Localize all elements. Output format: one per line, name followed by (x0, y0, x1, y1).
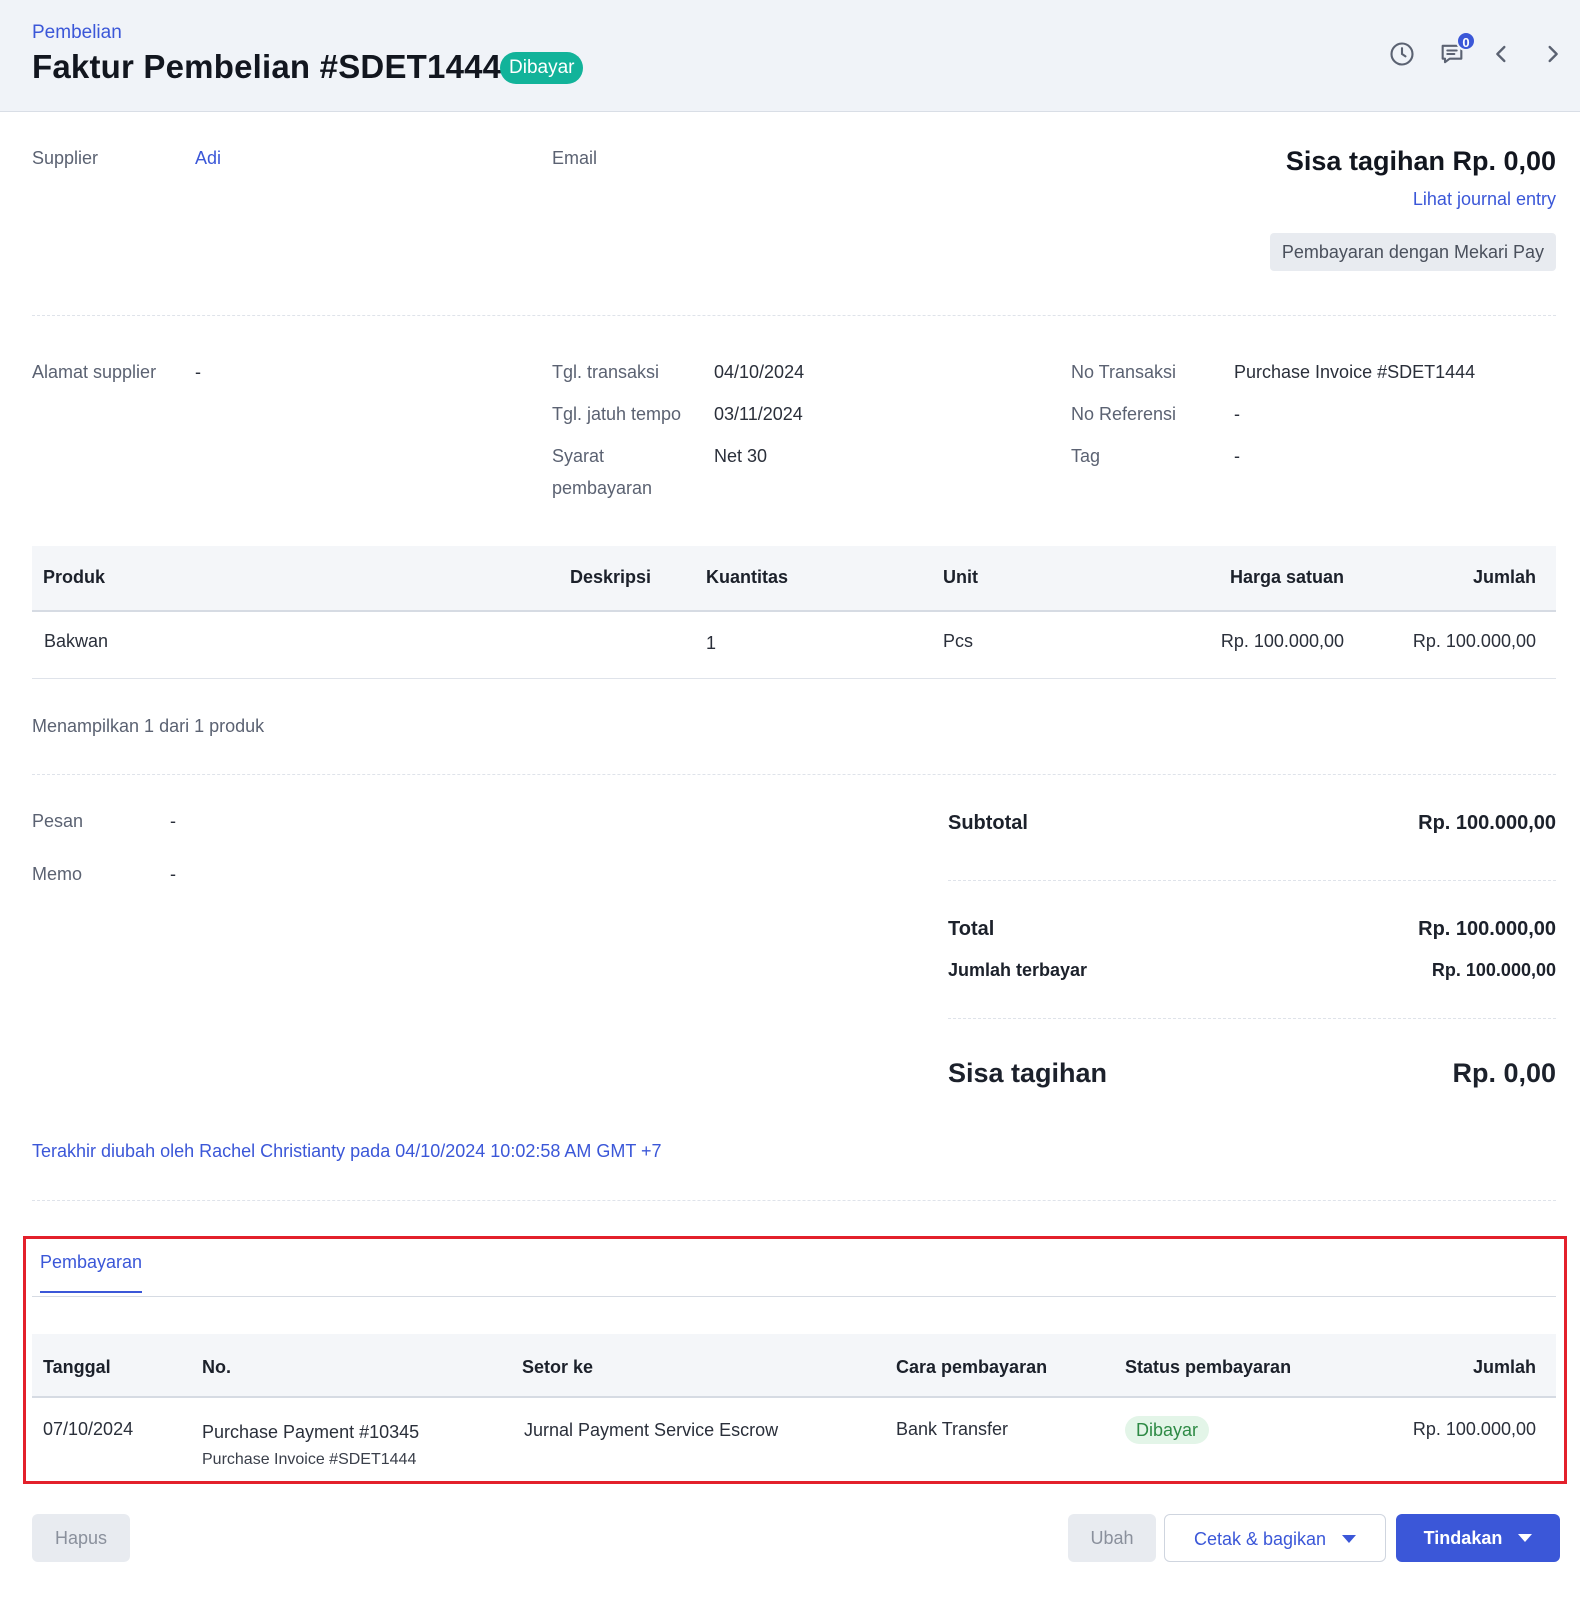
message-label: Pesan (32, 811, 84, 831)
total-value: Rp. 100.000,00 (1418, 918, 1556, 940)
email-label: Email (552, 148, 598, 168)
breadcrumb[interactable]: Pembelian (32, 22, 122, 44)
chevron-left-icon[interactable] (1486, 38, 1518, 70)
due-date-value: 03/11/2024 (714, 404, 803, 424)
print-share-label: Cetak & bagikan (1193, 1529, 1327, 1549)
column-header-number: No. (202, 1357, 231, 1377)
page-title: Faktur Pembelian #SDET1444 (32, 48, 502, 85)
divider (948, 880, 1556, 881)
transaction-no-value: Purchase Invoice #SDET1444 (1234, 362, 1476, 382)
divider (32, 1200, 1556, 1201)
deposit-account-link[interactable]: Jurnal Payment Service Escrow (524, 1419, 778, 1441)
payments-table-header (32, 1334, 1556, 1398)
transaction-date-label: Tgl. transaksi (552, 362, 660, 382)
product-quantity: 1 (706, 633, 717, 653)
address-label: Alamat supplier (32, 362, 157, 382)
column-header-payment-status: Status pembayaran (1125, 1357, 1292, 1377)
divider (32, 774, 1556, 775)
column-header-deposit-to: Setor ke (522, 1357, 594, 1377)
journal-entry-link[interactable]: Lihat journal entry (1413, 189, 1556, 210)
divider (948, 1018, 1556, 1019)
column-header-date: Tanggal (43, 1357, 111, 1377)
payment-terms-label: Syarat pembayaran (552, 446, 653, 498)
payment-status-badge: Dibayar (1125, 1416, 1210, 1444)
status-badge: Dibayar (500, 52, 584, 84)
transaction-no-label: No Transaksi (1071, 362, 1177, 382)
comment-icon[interactable]: 0 (1436, 31, 1476, 70)
notification-count: 0 (1456, 31, 1476, 51)
tag-label: Tag (1071, 446, 1101, 466)
due-date-label: Tgl. jatuh tempo (552, 404, 682, 424)
message-value: - (170, 811, 176, 831)
balance-due-value: Rp. 0,00 (1452, 1058, 1556, 1088)
transaction-date-value: 04/10/2024 (714, 362, 805, 382)
tab-payments[interactable]: Pembayaran (40, 1252, 143, 1293)
column-header-quantity: Kuantitas (706, 567, 789, 587)
subtotal-label: Subtotal (948, 812, 1028, 834)
paid-amount-value: Rp. 100.000,00 (1431, 960, 1556, 980)
balance-due-label: Sisa tagihan (948, 1058, 1108, 1088)
actions-button[interactable]: Tindakan (1396, 1514, 1560, 1562)
memo-value: - (170, 864, 176, 884)
supplier-label: Supplier (32, 148, 99, 168)
column-header-amount: Jumlah (1472, 567, 1536, 587)
mekari-pay-button[interactable]: Pembayaran dengan Mekari Pay (1269, 233, 1556, 271)
memo-label: Memo (32, 864, 83, 884)
history-icon[interactable] (1386, 38, 1418, 70)
column-header-unit-price: Harga satuan (1229, 567, 1344, 587)
balance-heading: Sisa tagihan Rp. 0,00 (1285, 146, 1556, 176)
divider (32, 315, 1556, 316)
address-value: - (195, 362, 201, 382)
product-unit-price: Rp. 100.000,00 (1220, 631, 1344, 651)
last-modified-link[interactable]: Terakhir diubah oleh Rachel Christianty … (32, 1135, 662, 1167)
actions-label: Tindakan (1423, 1528, 1503, 1548)
tag-value: - (1234, 446, 1240, 466)
column-header-payment-amount: Jumlah (1472, 1357, 1536, 1377)
edit-button[interactable]: Ubah (1068, 1514, 1156, 1562)
column-header-payment-method: Cara pembayaran (896, 1357, 1048, 1377)
supplier-link[interactable]: Adi (195, 142, 221, 174)
subtotal-value: Rp. 100.000,00 (1418, 812, 1556, 834)
chevron-right-icon[interactable] (1536, 38, 1568, 70)
products-count: Menampilkan 1 dari 1 produk (32, 716, 265, 736)
caret-down-icon (1518, 1534, 1533, 1543)
reference-no-label: No Referensi (1071, 404, 1177, 424)
payment-number-link[interactable]: Purchase Payment #10345 (202, 1421, 419, 1443)
total-label: Total (948, 918, 995, 940)
paid-amount-label: Jumlah terbayar (948, 960, 1088, 980)
print-share-button[interactable]: Cetak & bagikan (1164, 1514, 1386, 1562)
product-amount: Rp. 100.000,00 (1412, 631, 1536, 651)
tab-divider (32, 1296, 1556, 1297)
column-header-product: Produk (43, 567, 106, 587)
payment-amount: Rp. 100.000,00 (1412, 1419, 1536, 1439)
payment-invoice-ref: Purchase Invoice #SDET1444 (202, 1451, 417, 1468)
payment-method: Bank Transfer (896, 1419, 1009, 1439)
column-header-description: Deskripsi (570, 567, 652, 587)
table-row-divider (32, 678, 1556, 679)
product-link[interactable]: Bakwan (44, 630, 108, 652)
column-header-unit: Unit (943, 567, 978, 587)
product-unit: Pcs (943, 631, 974, 651)
caret-down-icon (1342, 1535, 1357, 1544)
reference-no-value: - (1234, 404, 1240, 424)
delete-button[interactable]: Hapus (32, 1514, 130, 1562)
payment-terms-value: Net 30 (714, 446, 768, 466)
page-header: Pembelian Faktur Pembelian #SDET1444 Dib… (0, 0, 1580, 112)
payment-date: 07/10/2024 (43, 1419, 134, 1439)
